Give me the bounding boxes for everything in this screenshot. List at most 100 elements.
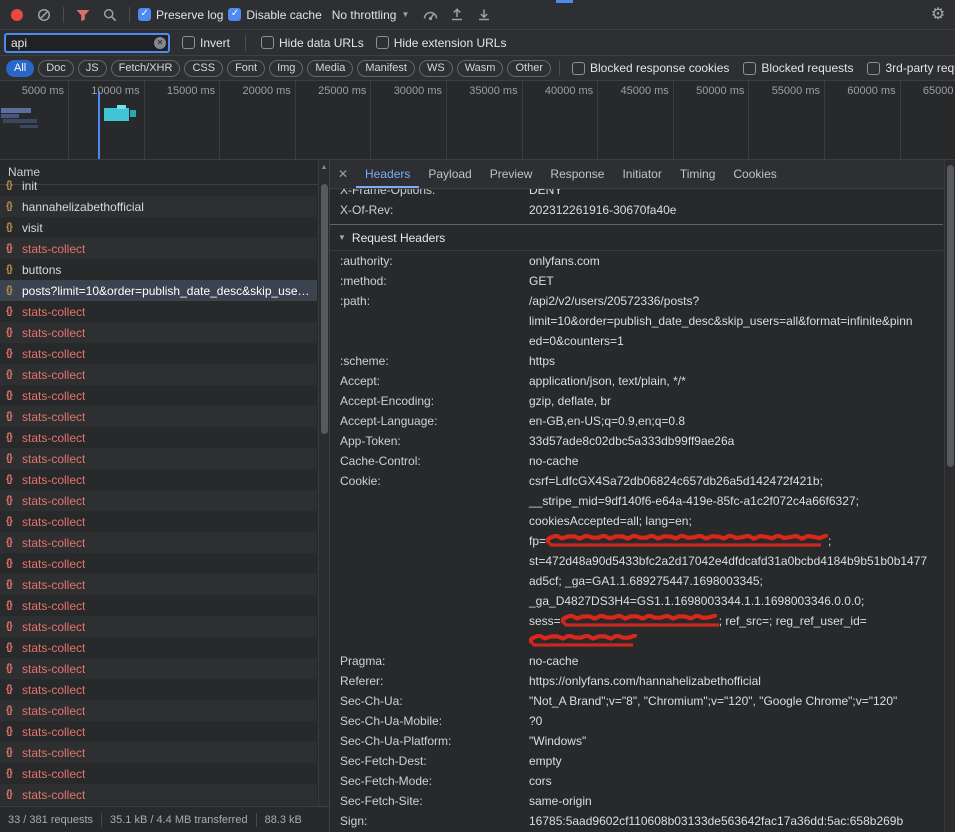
- request-row[interactable]: {}stats-collect: [0, 322, 317, 343]
- request-row[interactable]: {}buttons: [0, 259, 317, 280]
- request-row[interactable]: {}stats-collect: [0, 721, 317, 742]
- type-chip-all[interactable]: All: [6, 60, 34, 77]
- filter-input[interactable]: [4, 33, 170, 53]
- overview-tick-label: 5000 ms: [0, 85, 64, 97]
- throttling-dropdown[interactable]: No throttling ▼: [327, 6, 415, 24]
- request-row[interactable]: {}stats-collect: [0, 406, 317, 427]
- request-list-scrollbar[interactable]: ▲: [318, 160, 329, 806]
- header-value: ?0: [529, 711, 943, 731]
- request-row[interactable]: {}stats-collect: [0, 700, 317, 721]
- detail-tab-payload[interactable]: Payload: [419, 160, 480, 188]
- type-chip-ws[interactable]: WS: [419, 60, 453, 77]
- request-row[interactable]: {}stats-collect: [0, 238, 317, 259]
- header-name: Sec-Ch-Ua:: [330, 691, 529, 711]
- hide-extension-urls-label: Hide extension URLs: [394, 36, 507, 50]
- invert-checkbox[interactable]: Invert: [182, 36, 230, 50]
- blocked-requests-checkbox[interactable]: Blocked requests: [743, 61, 853, 75]
- header-value: application/json, text/plain, */*: [529, 371, 943, 391]
- search-button[interactable]: [99, 4, 121, 26]
- request-row[interactable]: {}stats-collect: [0, 490, 317, 511]
- overview-tick-label: 55000 ms: [744, 85, 820, 97]
- file-type-icon: {}: [6, 663, 22, 674]
- request-row[interactable]: {}stats-collect: [0, 343, 317, 364]
- overview-activity-bar: [117, 105, 126, 109]
- close-details-button[interactable]: ✕: [330, 160, 356, 188]
- request-name: stats-collect: [22, 452, 85, 466]
- type-chip-fetch-xhr[interactable]: Fetch/XHR: [111, 60, 181, 77]
- type-chip-js[interactable]: JS: [78, 60, 107, 77]
- detail-tab-headers[interactable]: Headers: [356, 160, 419, 188]
- request-row[interactable]: {}stats-collect: [0, 511, 317, 532]
- blocked-response-cookies-checkbox[interactable]: Blocked response cookies: [572, 61, 729, 75]
- request-row[interactable]: {}stats-collect: [0, 574, 317, 595]
- request-row[interactable]: {}stats-collect: [0, 448, 317, 469]
- export-har-button[interactable]: [473, 4, 495, 26]
- request-row[interactable]: {}stats-collect: [0, 679, 317, 700]
- type-chip-media[interactable]: Media: [307, 60, 353, 77]
- request-row[interactable]: {}init: [0, 175, 317, 196]
- detail-tab-initiator[interactable]: Initiator: [613, 160, 670, 188]
- hide-data-urls-checkbox[interactable]: Hide data URLs: [261, 36, 364, 50]
- 3rd-party-requests-checkbox[interactable]: 3rd-party requests: [867, 61, 955, 75]
- preserve-log-checkbox[interactable]: Preserve log: [138, 8, 223, 22]
- request-row[interactable]: {}hannahelizabethofficial: [0, 196, 317, 217]
- request-row[interactable]: {}stats-collect: [0, 658, 317, 679]
- scroll-up-icon[interactable]: ▲: [319, 164, 329, 171]
- type-chip-wasm[interactable]: Wasm: [457, 60, 504, 77]
- filter-toggle-button[interactable]: [72, 4, 94, 26]
- record-button[interactable]: [6, 4, 28, 26]
- header-value: 16785:5aad9602cf110608b03133de563642fac1…: [529, 811, 943, 831]
- request-row[interactable]: {}visit: [0, 217, 317, 238]
- detail-tab-timing[interactable]: Timing: [671, 160, 725, 188]
- overview-activity-bar: [1, 108, 31, 113]
- request-row[interactable]: {}stats-collect: [0, 364, 317, 385]
- hide-data-urls-label: Hide data URLs: [279, 36, 364, 50]
- clear-button[interactable]: [33, 4, 55, 26]
- disable-cache-checkbox[interactable]: Disable cache: [228, 8, 321, 22]
- preserve-log-label: Preserve log: [156, 8, 223, 22]
- request-row[interactable]: {}stats-collect: [0, 301, 317, 322]
- header-name: Accept:: [330, 371, 529, 391]
- request-row[interactable]: {}stats-collect: [0, 469, 317, 490]
- request-row[interactable]: {}stats-collect: [0, 784, 317, 805]
- scrollbar-thumb[interactable]: [321, 184, 328, 434]
- file-type-icon: {}: [6, 222, 22, 233]
- overview-strip[interactable]: 5000 ms10000 ms15000 ms20000 ms25000 ms3…: [0, 81, 955, 160]
- type-chip-manifest[interactable]: Manifest: [357, 60, 415, 77]
- type-chip-font[interactable]: Font: [227, 60, 265, 77]
- request-row[interactable]: {}stats-collect: [0, 763, 317, 784]
- request-row[interactable]: {}stats-collect: [0, 637, 317, 658]
- blocked-response-cookies-label: Blocked response cookies: [590, 61, 729, 75]
- detail-tab-preview[interactable]: Preview: [481, 160, 542, 188]
- settings-button[interactable]: ⚙: [927, 4, 949, 26]
- request-row[interactable]: {}stats-collect: [0, 616, 317, 637]
- type-chip-img[interactable]: Img: [269, 60, 303, 77]
- file-type-icon: {}: [6, 201, 22, 212]
- network-conditions-button[interactable]: [419, 4, 441, 26]
- request-row[interactable]: {}stats-collect: [0, 553, 317, 574]
- clear-filter-icon[interactable]: ✕: [154, 37, 166, 49]
- detail-tab-cookies[interactable]: Cookies: [724, 160, 785, 188]
- throttling-value: No throttling: [332, 8, 397, 22]
- detail-tab-response[interactable]: Response: [541, 160, 613, 188]
- hide-extension-urls-checkbox[interactable]: Hide extension URLs: [376, 36, 507, 50]
- request-row[interactable]: {}stats-collect: [0, 427, 317, 448]
- header-row: Pragma:no-cache: [330, 651, 943, 671]
- request-row[interactable]: {}stats-collect: [0, 595, 317, 616]
- type-chip-css[interactable]: CSS: [184, 60, 223, 77]
- request-headers-section-header[interactable]: ▼ Request Headers: [330, 225, 943, 251]
- header-name: :method:: [330, 271, 529, 291]
- request-row[interactable]: {}stats-collect: [0, 532, 317, 553]
- request-row[interactable]: {}stats-collect: [0, 742, 317, 763]
- request-row[interactable]: {}posts?limit=10&order=publish_date_desc…: [0, 280, 317, 301]
- type-chip-doc[interactable]: Doc: [38, 60, 74, 77]
- scrollbar-thumb[interactable]: [947, 165, 954, 467]
- request-row[interactable]: {}stats-collect: [0, 385, 317, 406]
- redaction-scribble: [561, 614, 719, 628]
- headers-scroll-inner: X-Frame-Options:DENYX-Of-Rev:20231226191…: [330, 189, 943, 832]
- details-scrollbar[interactable]: [944, 160, 955, 832]
- import-har-button[interactable]: [446, 4, 468, 26]
- type-chip-other[interactable]: Other: [507, 60, 551, 77]
- header-row: Accept-Language:en-GB,en-US;q=0.9,en;q=0…: [330, 411, 943, 431]
- header-value: /api2/v2/users/20572336/posts?limit=10&o…: [529, 291, 943, 351]
